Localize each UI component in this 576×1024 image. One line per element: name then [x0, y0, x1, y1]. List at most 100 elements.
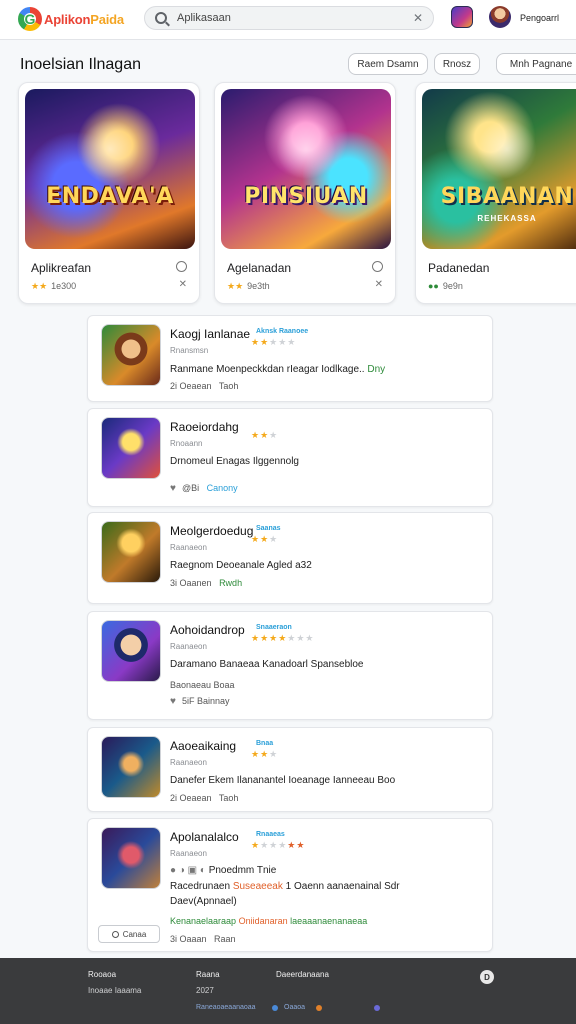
app-promo: Kenanaelaaraap Oniidanaran laeaaanaenana…: [170, 916, 367, 926]
user-name[interactable]: Pengoarrl: [520, 13, 559, 23]
footer-dot-icon: [374, 1005, 380, 1011]
list-item[interactable]: Aaoeaikaing Bnaa Raanaeon ★★★ Danefer Ek…: [87, 727, 493, 812]
meta-extra: Rwdh: [219, 578, 243, 588]
app-meta: 2i Oeaean Taoh: [170, 381, 238, 391]
art-glow: [477, 119, 537, 179]
filter-chip[interactable]: Raem Dsamn: [348, 53, 428, 75]
footer-link[interactable]: Raneaoaeaanaoaa: [196, 1004, 256, 1011]
app-developer: Raanaeon: [170, 849, 207, 858]
artwork-subtitle: REHEKASSA: [477, 214, 537, 223]
desc-text: Racedrunaen: [170, 881, 231, 892]
meta-extra: Taoh: [218, 793, 239, 803]
footer-badge-icon[interactable]: D: [480, 970, 494, 984]
star-icon: ★★: [227, 281, 244, 291]
list-item[interactable]: Meolgerdoedug Saanas Raanaeon ★★★ Raegno…: [87, 512, 493, 604]
app-meta: ♥ @Bi Canony: [170, 483, 238, 494]
heart-icon[interactable]: ♥: [170, 483, 176, 494]
featured-artwork: PINSIUAN: [221, 89, 391, 249]
promo-orange: Oniidanaran: [238, 916, 288, 926]
art-glow: [80, 119, 140, 179]
meta-text: @Bi: [181, 483, 200, 493]
clear-icon[interactable]: ✕: [413, 11, 423, 25]
star-icon: ★★: [251, 749, 270, 759]
rating-count: 9e3th: [247, 281, 270, 291]
featured-card[interactable]: PINSIUAN Agelanadan ★★ 9e3th ✕: [214, 82, 396, 304]
featured-card[interactable]: ENDAVA'A Aplikreafan ★★ 1e300 ✕: [18, 82, 200, 304]
search-bar[interactable]: ✕: [144, 6, 434, 30]
footer-heading[interactable]: Raana: [196, 970, 220, 979]
app-title: Kaogj Ianlanae: [170, 327, 251, 341]
promo-green: Kenanaelaaraap: [170, 916, 237, 926]
meta-extra: Raan: [214, 934, 236, 944]
info-icon[interactable]: [372, 261, 383, 272]
app-feature-row: ● ◑ ▣ ◐ Pnoedmm Tnie: [170, 865, 276, 876]
app-icon: [101, 736, 161, 798]
info-icon[interactable]: [176, 261, 187, 272]
desc-highlight: Dny: [367, 364, 386, 375]
dismiss-icon[interactable]: ✕: [375, 279, 383, 290]
app-icon: [101, 324, 161, 386]
star-icon: ★★: [251, 534, 270, 544]
app-tag: Snaaeraon: [256, 624, 292, 631]
featured-rating: ★★ 1e300: [31, 281, 76, 292]
footer-dot-icon: [272, 1005, 278, 1011]
app-meta: Baonaeau Boaa: [170, 680, 235, 690]
app-description: Danefer Ekem Ilananantel Ioeanage Iannee…: [170, 775, 396, 786]
rating-stars: ★★★★★★: [251, 840, 305, 851]
open-button[interactable]: Canaa: [98, 925, 160, 943]
app-developer: Raanaeon: [170, 642, 207, 651]
meta-text: 3i Oaaan: [170, 934, 207, 944]
app-description: Daramano Banaeaa Kanadoarl Spansebloe: [170, 659, 364, 670]
meta-extra: Canony: [206, 483, 238, 493]
star-icon: ★★★★: [251, 633, 288, 643]
app-icon: [101, 521, 161, 583]
footer-link[interactable]: 2027: [196, 986, 214, 995]
star-icon: ★★: [287, 840, 306, 850]
featured-artwork: SIBAANAN REHEKASSA: [422, 89, 576, 249]
rating-count: 1e300: [51, 281, 77, 291]
open-label: Canaa: [122, 929, 147, 939]
logo-accent: Paida: [90, 11, 124, 27]
list-item[interactable]: Aohoidandrop Snaaeraon Raanaeon ★★★★★★★ …: [87, 611, 493, 720]
list-item[interactable]: Apolanalalco Rnaaeas Raanaeon ★★★★★★ ● ◑…: [87, 818, 493, 952]
top-bar: AplikonPaida ✕ Pengoarrl: [0, 0, 576, 40]
app-title: Apolanalalco: [170, 830, 239, 844]
app-description: Racedrunaen Suseaeeak 1 Oaenn aanaenaina…: [170, 881, 400, 892]
footer-heading[interactable]: Rooaoa: [88, 970, 116, 979]
star-icon: ★★: [251, 430, 270, 440]
rating-stars: ★★★: [251, 534, 278, 545]
filter-chip[interactable]: Rnosz: [434, 53, 480, 75]
app-title: Aaoeaikaing: [170, 739, 237, 753]
desc-orange: Suseaeeak: [232, 881, 283, 892]
search-input[interactable]: [177, 12, 413, 24]
meta-extra: 5iF Bainnay: [181, 696, 230, 706]
footer-link[interactable]: Oaaoa: [284, 1004, 305, 1011]
featured-name: Aplikreafan: [31, 261, 92, 275]
list-item[interactable]: Kaogj Ianlanae Aknsk Raanoee Rnansmsn ★★…: [87, 315, 493, 402]
app-logo[interactable]: AplikonPaida: [18, 7, 124, 31]
filter-chip[interactable]: Mnh Pagnane: [496, 53, 576, 75]
game-shortcut-icon[interactable]: [451, 6, 473, 28]
user-avatar[interactable]: [489, 6, 511, 28]
app-developer: Raanaeon: [170, 543, 207, 552]
featured-card[interactable]: SIBAANAN REHEKASSA Padanedan ●● 9e9n: [415, 82, 576, 304]
rating-stars: ★★★: [251, 749, 278, 760]
promo-tail: laeaaanaenanaeaa: [290, 916, 368, 926]
app-tag: Rnaaeas: [256, 831, 285, 838]
heart-icon[interactable]: ♥: [170, 696, 176, 707]
feature-icons: ● ◑ ▣ ◐: [170, 865, 209, 876]
logo-icon: [18, 7, 42, 31]
footer: Rooaoa Inoaae Iaaama Raana 2027 Daeerdan…: [0, 958, 576, 1024]
list-item[interactable]: Raoeiordahg Rnoaann ★★★ Drnomeul Enagas …: [87, 408, 493, 507]
app-description: Raegnom Deoeanale Agled a32: [170, 560, 312, 571]
star-off-icon: ★★★: [287, 633, 315, 643]
footer-heading[interactable]: Daeerdanaana: [276, 970, 329, 979]
rating-stars: ★★★★★★★: [251, 633, 315, 644]
footer-link[interactable]: Inoaae Iaaama: [88, 986, 141, 995]
app-tag: Saanas: [256, 525, 281, 532]
app-developer: Raanaeon: [170, 758, 207, 767]
app-meta: 3i Oaanen Rwdh: [170, 578, 242, 588]
dismiss-icon[interactable]: ✕: [179, 279, 187, 290]
footer-dot-icon: [316, 1005, 322, 1011]
artwork-title: SIBAANAN: [440, 184, 574, 209]
